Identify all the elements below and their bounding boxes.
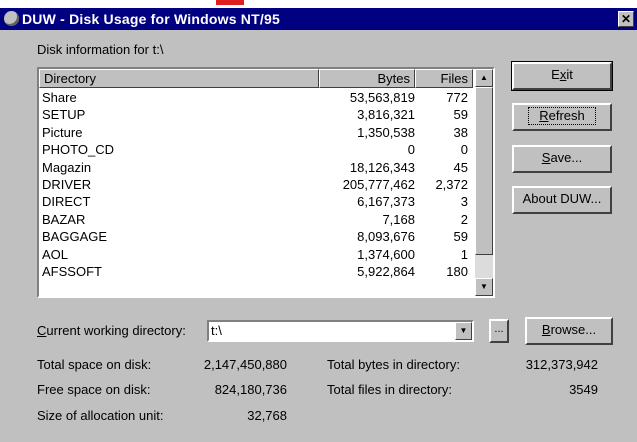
dir-name: Magazin	[42, 159, 92, 175]
disk-info-label: Disk information for t:\	[37, 42, 164, 57]
table-row[interactable]: BAZAR 7,168 2	[39, 211, 475, 228]
dir-files: 38	[453, 124, 468, 140]
dir-bytes: 6,167,373	[357, 194, 415, 210]
dir-bytes: 3,816,321	[357, 107, 415, 123]
dir-name: DRIVER	[42, 176, 92, 192]
browse-button[interactable]: Browse...	[525, 317, 613, 345]
table-row[interactable]: DIRECT 6,167,373 3	[39, 193, 475, 210]
dir-files: 0	[460, 142, 468, 158]
table-row[interactable]: Magazin 18,126,343 45	[39, 159, 475, 176]
dir-bytes: 7,168	[382, 211, 415, 227]
table-row[interactable]: Picture 1,350,538 38	[39, 124, 475, 141]
close-button[interactable]: ✕	[618, 11, 634, 27]
column-header-files[interactable]: Files	[415, 69, 473, 88]
total-bytes-value: 312,373,942	[525, 357, 598, 372]
about-button[interactable]: About DUW...	[512, 186, 612, 214]
title-bar[interactable]: DUW - Disk Usage for Windows NT/95 ✕	[0, 8, 637, 30]
dir-files: 59	[453, 229, 468, 245]
cwd-combobox[interactable]: t:\ ▼	[207, 320, 474, 342]
duw-window: DUW - Disk Usage for Windows NT/95 ✕ Dis…	[0, 8, 637, 442]
free-space-label: Free space on disk:	[37, 382, 151, 397]
top-strip	[0, 0, 637, 8]
table-row[interactable]: DRIVER 205,777,462 2,372	[39, 176, 475, 193]
dir-name: Share	[42, 90, 77, 105]
ellipsis-button[interactable]: ...	[489, 319, 509, 343]
dir-files: 1	[460, 246, 468, 262]
browse-label-post: rowse...	[550, 322, 597, 337]
refresh-focus: Refresh	[528, 107, 596, 125]
exit-label-post: it	[566, 67, 573, 82]
dir-name: DIRECT	[42, 194, 91, 210]
cwd-value[interactable]: t:\	[211, 323, 222, 338]
column-header-bytes[interactable]: Bytes	[319, 69, 415, 88]
dir-bytes: 1,350,538	[357, 124, 415, 140]
vertical-scrollbar[interactable]: ▲ ▼	[475, 69, 493, 296]
dir-name: Picture	[42, 124, 83, 140]
alloc-unit-value: 32,768	[247, 408, 287, 423]
directory-rows: Share 53,563,819 772 SETUP 3,816,321 59 Pict…	[39, 89, 475, 280]
dir-files: 772	[446, 90, 468, 105]
total-files-label: Total files in directory:	[327, 382, 452, 397]
total-bytes-label: Total bytes in directory:	[327, 357, 460, 372]
cwd-label-post: urrent working directory:	[46, 323, 186, 338]
scroll-thumb[interactable]	[475, 87, 493, 255]
save-label-post: ave...	[550, 150, 583, 165]
directory-list[interactable]: Directory Bytes Files Share 53,563,819 772…	[37, 67, 495, 298]
table-row[interactable]: Share 53,563,819 772	[39, 89, 475, 106]
total-space-value: 2,147,450,880	[203, 357, 287, 372]
app-icon	[4, 11, 19, 26]
refresh-button[interactable]: Refresh	[512, 103, 612, 131]
total-files-value: 3549	[569, 382, 598, 397]
save-button[interactable]: Save...	[512, 145, 612, 173]
dir-name: SETUP	[42, 107, 86, 123]
cwd-label: Current working directory:	[37, 323, 186, 338]
dir-bytes: 8,093,676	[357, 229, 415, 245]
red-mark	[216, 0, 244, 5]
browse-label-hotkey: B	[541, 322, 551, 337]
dir-files: 180	[446, 263, 468, 279]
alloc-unit-label: Size of allocation unit:	[37, 408, 164, 423]
table-row[interactable]: SETUP 3,816,321 59	[39, 106, 475, 123]
refresh-label-post: efresh	[548, 108, 585, 123]
dir-files: 45	[453, 159, 468, 175]
dir-bytes: 18,126,343	[349, 159, 415, 175]
column-header-directory[interactable]: Directory	[39, 69, 319, 88]
dir-files: 2,372	[435, 176, 468, 192]
table-row[interactable]: BAGGAGE 8,093,676 59	[39, 228, 475, 245]
scroll-up-icon[interactable]: ▲	[475, 69, 493, 87]
dir-name: BAGGAGE	[42, 229, 108, 245]
exit-button[interactable]: Exit	[511, 61, 613, 91]
table-row[interactable]: AOL 1,374,600 1	[39, 246, 475, 263]
scroll-down-icon[interactable]: ▼	[475, 278, 493, 296]
dir-bytes: 0	[407, 142, 415, 158]
free-space-value: 824,180,736	[214, 382, 287, 397]
table-row[interactable]: PHOTO_CD 0 0	[39, 141, 475, 158]
total-space-label: Total space on disk:	[37, 357, 152, 372]
dir-files: 2	[460, 211, 468, 227]
dir-name: PHOTO_CD	[42, 142, 114, 158]
cwd-label-hotkey: C	[37, 323, 47, 338]
dir-files: 3	[460, 194, 468, 210]
dir-bytes: 205,777,462	[342, 176, 415, 192]
dir-name: AFSSOFT	[42, 263, 102, 279]
dir-bytes: 53,563,819	[349, 90, 415, 105]
window-title: DUW - Disk Usage for Windows NT/95	[22, 11, 280, 27]
refresh-label-hotkey: R	[539, 108, 549, 123]
dropdown-icon[interactable]: ▼	[455, 322, 472, 340]
dir-bytes: 1,374,600	[357, 246, 415, 262]
dir-name: BAZAR	[42, 211, 86, 227]
exit-label-pre: E	[551, 67, 560, 82]
dir-bytes: 5,922,864	[357, 263, 415, 279]
dir-files: 59	[453, 107, 468, 123]
dir-name: AOL	[42, 246, 69, 262]
table-row[interactable]: AFSSOFT 5,922,864 180	[39, 263, 475, 280]
